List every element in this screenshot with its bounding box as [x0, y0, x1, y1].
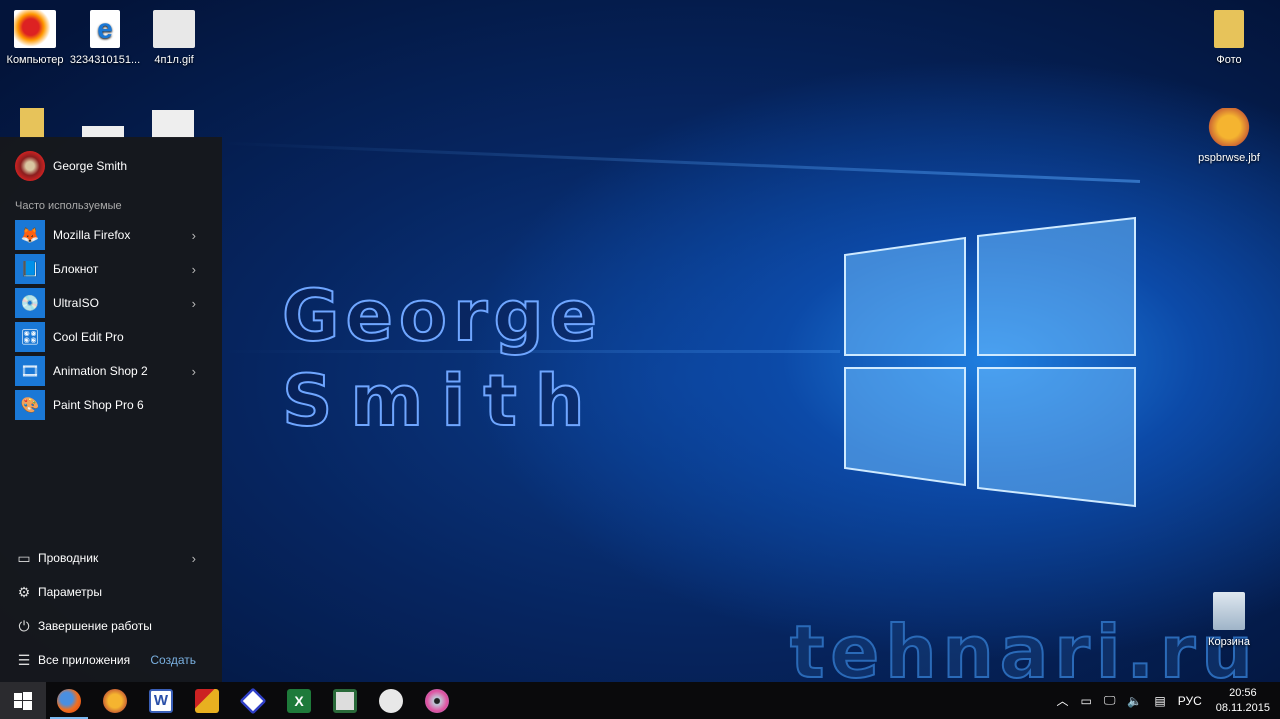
animation-shop-icon: 🎞: [15, 356, 45, 386]
power-icon: ⏻: [18, 617, 30, 634]
word-icon: W: [149, 688, 173, 713]
taskbar-animation-shop[interactable]: [184, 682, 230, 719]
taskbar-app-diamond[interactable]: [230, 682, 276, 719]
action-center-icon[interactable]: ▤: [1154, 694, 1165, 708]
app-label: Paint Shop Pro 6: [53, 398, 144, 412]
all-apps-item[interactable]: ☰ Все приложения Создать: [0, 643, 222, 677]
file-explorer-icon: ▭: [17, 549, 31, 566]
computer-icon: [14, 10, 56, 48]
notepad-icon: 📘: [15, 254, 45, 284]
chevron-right-icon[interactable]: ›: [192, 551, 196, 566]
battery-icon[interactable]: ▭: [1081, 694, 1092, 708]
app-label: Cool Edit Pro: [53, 330, 124, 344]
desktop-icon-pspbrwse[interactable]: pspbrwse.jbf: [1189, 108, 1269, 164]
windows-icon: [14, 691, 32, 710]
edge-file-icon: e: [90, 10, 120, 48]
icon-label: pspbrwse.jbf: [1198, 152, 1260, 164]
taskbar-word[interactable]: W: [138, 682, 184, 719]
settings-label: Параметры: [38, 585, 102, 599]
shutdown-label: Завершение работы: [38, 619, 152, 633]
app-ultraiso[interactable]: 💿 UltraISO ›: [0, 286, 222, 320]
app-label: Блокнот: [53, 262, 99, 276]
recycle-bin-icon: [1213, 592, 1245, 630]
explorer-item[interactable]: ▭ Проводник ›: [0, 541, 222, 575]
chevron-right-icon[interactable]: ›: [192, 262, 196, 277]
image-file-icon: [153, 10, 195, 48]
list-icon: ☰: [17, 651, 31, 668]
taskbar-excel[interactable]: X: [276, 682, 322, 719]
create-link[interactable]: Создать: [150, 653, 196, 667]
desktop-icon-photo[interactable]: Фото: [1189, 10, 1269, 66]
shutdown-item[interactable]: ⏻ Завершение работы: [0, 609, 222, 643]
excel-icon: X: [287, 688, 311, 713]
language-indicator[interactable]: РУС: [1178, 694, 1202, 708]
taskbar-paint-shop[interactable]: [92, 682, 138, 719]
watermark-smith: Smith: [281, 359, 603, 443]
app-label: Mozilla Firefox: [53, 228, 131, 242]
start-button[interactable]: [0, 682, 46, 719]
firefox-icon: 🦊: [15, 220, 45, 250]
paint-shop-icon: [103, 688, 127, 713]
icon-label: 3234310151...: [69, 54, 141, 66]
icon-label: Компьютер: [6, 54, 64, 66]
app-cool-edit[interactable]: 🎛 Cool Edit Pro: [0, 320, 222, 354]
explorer-label: Проводник: [38, 551, 99, 565]
ultraiso-icon: 💿: [15, 288, 45, 318]
date: 08.11.2015: [1215, 701, 1270, 714]
app-paint-shop[interactable]: 🎨 Paint Shop Pro 6: [0, 388, 222, 422]
desktop-icon-computer[interactable]: Компьютер: [0, 10, 75, 66]
user-account[interactable]: George Smith: [0, 137, 222, 195]
time: 20:56: [1229, 686, 1257, 699]
volume-icon[interactable]: 🔈: [1127, 694, 1142, 708]
avatar: [15, 151, 45, 181]
app-notepad[interactable]: 📘 Блокнот ›: [0, 252, 222, 286]
taskbar-app-sheep[interactable]: [368, 682, 414, 719]
all-apps-label: Все приложения: [38, 653, 131, 667]
chevron-up-icon[interactable]: ︿: [1056, 692, 1068, 709]
taskbar-ultraiso[interactable]: [414, 682, 460, 719]
desktop-icon-html-file[interactable]: e 3234310151...: [65, 10, 145, 66]
settings-item[interactable]: ⚙ Параметры: [0, 575, 222, 609]
icon-label: 4п1л.gif: [154, 54, 194, 66]
taskbar: W X ︿ ▭ 🖵 🔈 ▤ РУС 20:56 08.11.2015: [0, 682, 1280, 719]
taskbar-cool-edit[interactable]: [322, 682, 368, 719]
app-firefox[interactable]: 🦊 Mozilla Firefox ›: [0, 218, 222, 252]
user-name: George Smith: [53, 159, 128, 173]
cool-edit-icon: [333, 688, 357, 713]
start-menu: George Smith Часто используемые 🦊 Mozilla…: [0, 137, 222, 682]
network-icon[interactable]: 🖵: [1104, 693, 1116, 708]
paint-shop-icon: 🎨: [15, 390, 45, 420]
watermark-george: George: [281, 274, 604, 358]
ultraiso-icon: [425, 688, 449, 713]
icon-label: Корзина: [1208, 636, 1250, 648]
sheep-app-icon: [379, 688, 403, 713]
clock[interactable]: 20:56 08.11.2015: [1216, 686, 1270, 716]
app-animation-shop[interactable]: 🎞 Animation Shop 2 ›: [0, 354, 222, 388]
taskbar-firefox[interactable]: [46, 682, 92, 719]
chevron-right-icon[interactable]: ›: [192, 228, 196, 243]
paint-palette-icon: [1208, 108, 1250, 146]
folder-icon: [1214, 10, 1244, 48]
windows-logo-glow: [844, 216, 1136, 508]
chevron-right-icon[interactable]: ›: [192, 296, 196, 311]
desktop-icon-recycle-bin[interactable]: Корзина: [1189, 592, 1269, 648]
gear-icon: ⚙: [17, 583, 31, 600]
app-label: Animation Shop 2: [53, 364, 148, 378]
cool-edit-icon: 🎛: [15, 322, 45, 352]
desktop-icon-gif[interactable]: 4п1л.gif: [134, 10, 214, 66]
system-tray: ︿ ▭ 🖵 🔈 ▤ РУС 20:56 08.11.2015: [1050, 682, 1280, 719]
firefox-icon: [57, 688, 81, 713]
icon-label: Фото: [1216, 54, 1242, 66]
diamond-app-icon: [239, 686, 267, 715]
folder-icon[interactable]: [20, 108, 44, 138]
image-file-icon[interactable]: [152, 110, 194, 138]
most-used-heading: Часто используемые: [15, 200, 122, 212]
light-beam: [220, 141, 1141, 183]
app-label: UltraISO: [53, 296, 100, 310]
animation-shop-icon: [195, 688, 219, 713]
chevron-right-icon[interactable]: ›: [192, 364, 196, 379]
